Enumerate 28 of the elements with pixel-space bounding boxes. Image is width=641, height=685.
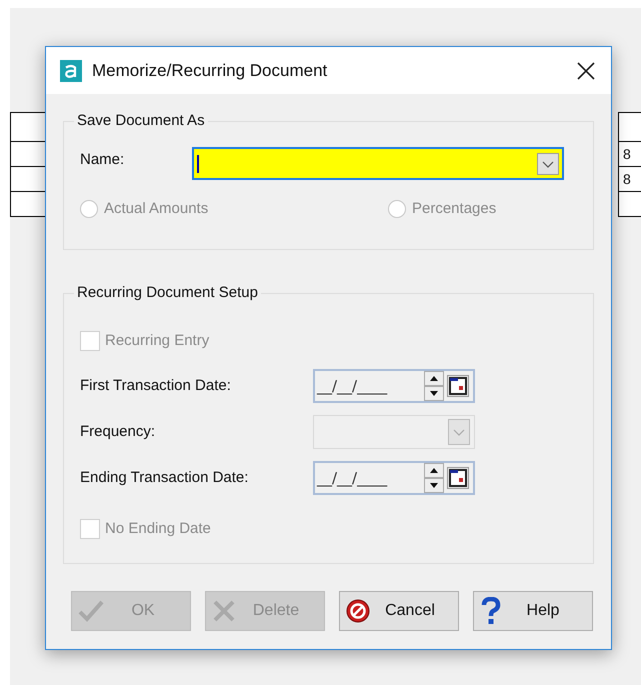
- question-mark-icon: [480, 597, 502, 625]
- x-mark-icon: [212, 599, 236, 623]
- cancel-button[interactable]: Cancel: [339, 591, 459, 631]
- window-title: Memorize/Recurring Document: [92, 60, 328, 82]
- table-cell: [618, 191, 641, 217]
- checkbox-label: Recurring Entry: [105, 330, 210, 351]
- calendar-icon[interactable]: [447, 375, 469, 397]
- table-cell: 8: [618, 166, 641, 192]
- app-logo-icon: [60, 60, 82, 82]
- radio-label: Actual Amounts: [104, 199, 208, 219]
- close-icon[interactable]: [577, 62, 595, 80]
- checkmark-icon: [78, 599, 104, 623]
- field-label: First Transaction Date:: [80, 376, 232, 396]
- name-field[interactable]: [192, 147, 564, 180]
- spin-buttons-icon[interactable]: [424, 371, 444, 401]
- date-field[interactable]: __/__/____: [313, 461, 475, 495]
- prohibited-icon: [346, 599, 370, 623]
- table-cell: 8: [618, 141, 641, 167]
- checkbox-label: No Ending Date: [105, 518, 211, 539]
- field-label: Ending Transaction Date:: [80, 468, 250, 488]
- table-cell: [618, 112, 641, 142]
- field-label: Frequency:: [80, 422, 156, 442]
- radio-label: Percentages: [412, 199, 496, 219]
- date-field[interactable]: __/__/____: [313, 369, 475, 403]
- calendar-icon[interactable]: [447, 467, 469, 489]
- field-label: Name:: [80, 150, 126, 170]
- help-button[interactable]: Help: [473, 591, 593, 631]
- spin-buttons-icon[interactable]: [424, 463, 444, 493]
